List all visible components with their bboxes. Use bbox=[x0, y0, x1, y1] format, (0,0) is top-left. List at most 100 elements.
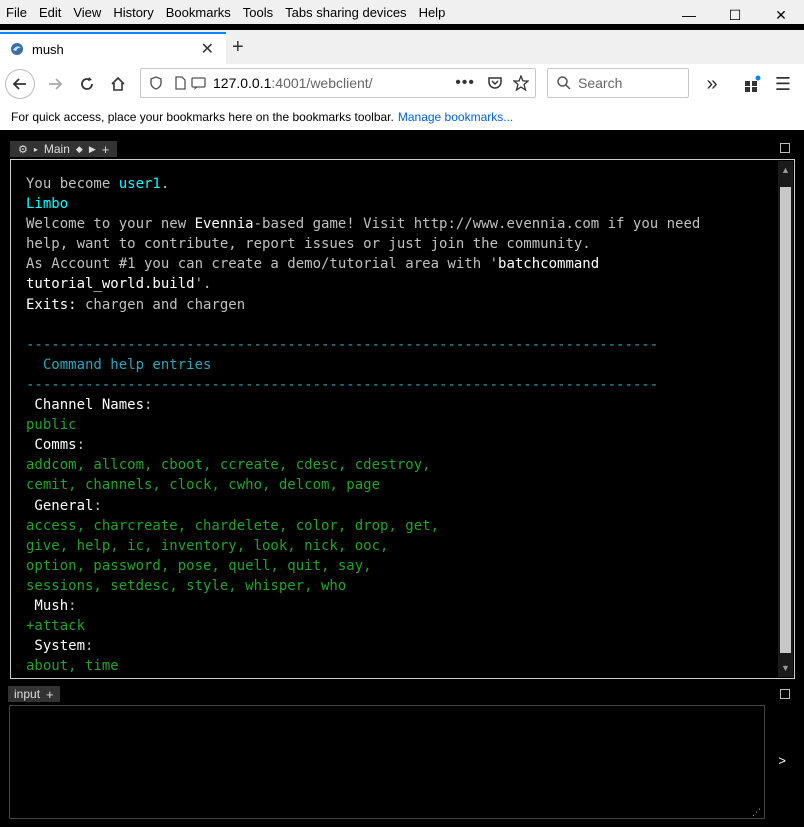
maximize-pane-icon[interactable] bbox=[780, 689, 790, 699]
scroll-thumb[interactable] bbox=[780, 187, 791, 653]
overflow-menu-button[interactable]: » bbox=[697, 69, 727, 99]
game-name: Evennia bbox=[194, 216, 254, 233]
plus-icon[interactable]: + bbox=[102, 142, 110, 157]
bookmarks-hint: For quick access, place your bookmarks h… bbox=[11, 110, 394, 124]
hamburger-menu-button[interactable]: ☰ bbox=[768, 69, 798, 99]
play-icon[interactable]: ▶ bbox=[89, 144, 96, 155]
user-name: user1 bbox=[118, 176, 161, 192]
command-list: public bbox=[26, 417, 77, 434]
menu-bookmarks[interactable]: Bookmarks bbox=[160, 5, 237, 20]
extensions-icon bbox=[745, 75, 761, 92]
command-list: access, charcreate, chardelete, color, d… bbox=[26, 517, 440, 534]
arrow-left-icon bbox=[12, 78, 26, 90]
resize-grip-icon[interactable]: ⋰ bbox=[752, 807, 761, 818]
window-controls: — ☐ ✕ bbox=[666, 0, 804, 30]
star-bookmark-icon[interactable] bbox=[513, 75, 529, 91]
manage-bookmarks-link[interactable]: Manage bookmarks... bbox=[398, 110, 513, 124]
category-heading: Mush bbox=[26, 597, 69, 614]
colon: : bbox=[144, 397, 153, 414]
command-input[interactable] bbox=[9, 705, 765, 819]
gear-icon[interactable]: ⚙ bbox=[18, 143, 28, 156]
bookmarks-toolbar: For quick access, place your bookmarks h… bbox=[0, 104, 804, 130]
chevron-right-icon: ▸ bbox=[33, 144, 38, 154]
new-tab-button[interactable]: + bbox=[232, 36, 244, 59]
colon: : bbox=[93, 497, 102, 514]
menu-edit[interactable]: Edit bbox=[33, 5, 67, 20]
menu-tools[interactable]: Tools bbox=[237, 5, 279, 20]
command-list: addcom, allcom, cboot, ccreate, cdesc, c… bbox=[26, 457, 431, 474]
command-list: about, time bbox=[26, 658, 119, 675]
forward-button[interactable] bbox=[40, 69, 70, 99]
hamburger-menu-icon: ☰ bbox=[774, 73, 792, 94]
exits-label: Exits: bbox=[26, 296, 77, 313]
diamond-icon[interactable]: ◆ bbox=[76, 144, 83, 155]
menu-file[interactable]: File bbox=[0, 5, 33, 20]
output-scrollbar[interactable]: ▲ ▼ bbox=[778, 161, 793, 677]
output-text: You become bbox=[26, 176, 119, 192]
search-box[interactable]: Search bbox=[547, 68, 689, 98]
navigation-toolbar: 127.0.0.1:4001/webclient/ ••• Search » ☰ bbox=[0, 64, 804, 105]
tab-mush[interactable]: mush ✕ bbox=[0, 32, 226, 64]
page-actions-icon[interactable]: ••• bbox=[455, 74, 475, 92]
minimize-button[interactable]: — bbox=[666, 0, 712, 30]
url-bar[interactable]: 127.0.0.1:4001/webclient/ ••• bbox=[140, 68, 536, 98]
search-icon bbox=[557, 76, 571, 90]
site-favicon-icon bbox=[11, 43, 23, 55]
input-pane-tab[interactable]: input + bbox=[8, 686, 60, 702]
close-window-button[interactable]: ✕ bbox=[758, 0, 804, 30]
category-heading: Comms bbox=[26, 437, 77, 454]
send-button[interactable]: > bbox=[778, 753, 786, 768]
double-chevron-right-icon: » bbox=[706, 72, 718, 95]
scroll-down-icon[interactable]: ▼ bbox=[778, 661, 793, 675]
maximize-button[interactable]: ☐ bbox=[712, 0, 758, 30]
separator: ----------------------------------------… bbox=[26, 376, 659, 393]
reload-button[interactable] bbox=[72, 69, 102, 99]
colon: : bbox=[68, 597, 77, 614]
url-host: 127.0.0.1 bbox=[213, 75, 272, 91]
colon: : bbox=[76, 437, 86, 454]
colon: : bbox=[85, 638, 94, 655]
command-list: give, help, ic, inventory, look, nick, o… bbox=[26, 537, 389, 554]
command-list: sessions, setdesc, style, whisper, who bbox=[26, 577, 347, 594]
search-input[interactable]: Search bbox=[578, 75, 622, 91]
menu-view[interactable]: View bbox=[67, 5, 107, 20]
command-list: cemit, channels, clock, cwho, delcom, pa… bbox=[26, 477, 381, 494]
output-text: As Account #1 you can create a demo/tuto… bbox=[26, 256, 499, 273]
command-text: batchcommand bbox=[498, 256, 600, 273]
home-button[interactable] bbox=[103, 69, 133, 99]
command-list: option, password, pose, quell, quit, say… bbox=[26, 557, 372, 574]
url-text[interactable]: 127.0.0.1:4001/webclient/ bbox=[213, 75, 373, 91]
help-title: Command help entries bbox=[26, 356, 212, 373]
main-tab-label: Main bbox=[43, 142, 70, 156]
output-text: help, want to contribute, report issues … bbox=[26, 236, 591, 253]
tab-title: mush bbox=[32, 41, 64, 57]
plus-icon[interactable]: + bbox=[46, 687, 54, 702]
url-path: :4001/webclient/ bbox=[271, 75, 373, 91]
scroll-up-icon[interactable]: ▲ bbox=[778, 163, 793, 177]
category-heading: General bbox=[26, 497, 94, 514]
shield-icon[interactable] bbox=[149, 76, 163, 90]
menu-history[interactable]: History bbox=[107, 5, 159, 20]
back-button[interactable] bbox=[5, 69, 35, 99]
tab-strip: mush ✕ + bbox=[0, 30, 804, 64]
output-text: '. bbox=[194, 276, 212, 293]
command-text: tutorial_world.build bbox=[26, 276, 195, 293]
pocket-icon[interactable] bbox=[487, 75, 503, 91]
extensions-button[interactable] bbox=[737, 69, 767, 99]
menu-tabs-sharing[interactable]: Tabs sharing devices bbox=[279, 5, 412, 20]
webclient-app: ⚙ ▸ Main ◆ ▶ + You become user1. Limbo W… bbox=[0, 131, 804, 827]
category-heading: Channel Names bbox=[26, 397, 145, 414]
maximize-pane-icon[interactable] bbox=[780, 143, 790, 153]
exits-value: chargen and chargen bbox=[76, 296, 246, 313]
output-text: Welcome to your new bbox=[26, 216, 195, 233]
reload-icon bbox=[81, 77, 93, 90]
room-name: Limbo bbox=[26, 196, 69, 213]
command-list: +attack bbox=[26, 618, 86, 635]
page-icon[interactable] bbox=[173, 76, 187, 90]
main-pane-tab[interactable]: ⚙ ▸ Main ◆ ▶ + bbox=[10, 141, 118, 157]
permissions-icon[interactable] bbox=[191, 76, 207, 90]
close-tab-icon[interactable]: ✕ bbox=[201, 39, 214, 59]
separator: ----------------------------------------… bbox=[26, 336, 659, 353]
menu-help[interactable]: Help bbox=[413, 5, 452, 20]
home-icon bbox=[111, 76, 125, 91]
